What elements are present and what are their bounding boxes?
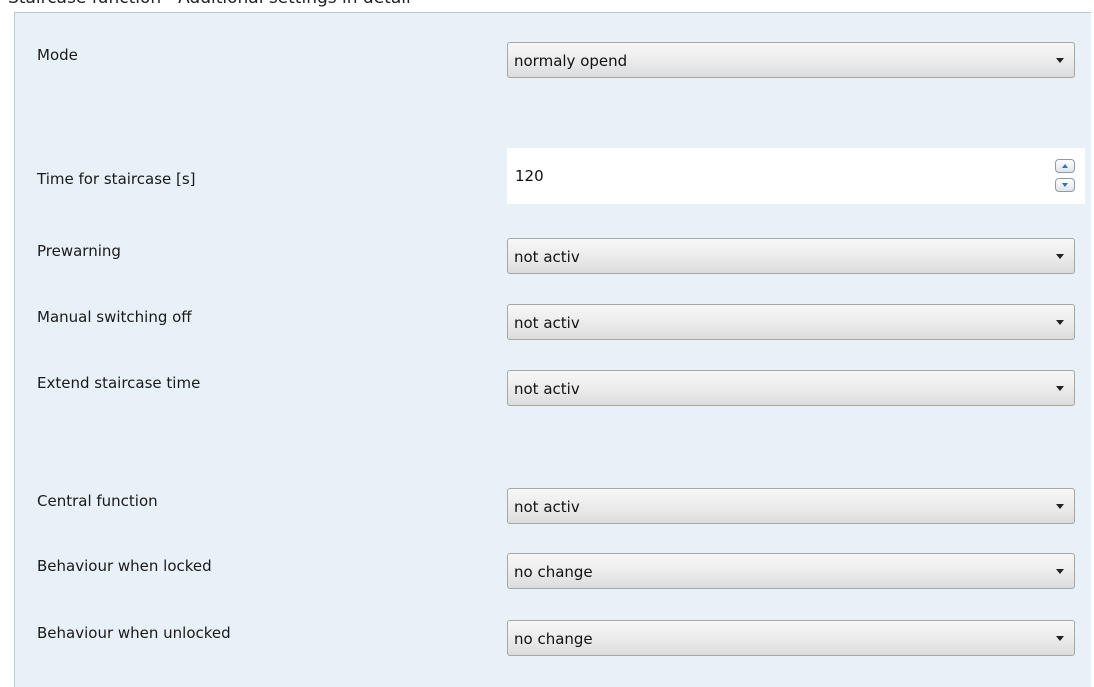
staircase-time-value: 120 — [515, 167, 544, 185]
central-function-value: not activ — [514, 498, 580, 516]
chevron-down-icon — [1056, 320, 1064, 325]
chevron-down-icon — [1056, 569, 1064, 574]
behaviour-locked-label: Behaviour when locked — [37, 557, 212, 575]
mode-value: normaly opend — [514, 52, 628, 70]
arrow-down-icon[interactable] — [1055, 178, 1075, 192]
behaviour-unlocked-value: no change — [514, 630, 593, 648]
staircase-time-spinbox[interactable]: 120 — [507, 148, 1085, 204]
central-function-label: Central function — [37, 492, 158, 510]
manual-switching-off-value: not activ — [514, 314, 580, 332]
behaviour-unlocked-dropdown[interactable]: no change — [507, 620, 1075, 656]
mode-dropdown[interactable]: normaly opend — [507, 42, 1075, 78]
prewarning-dropdown[interactable]: not activ — [507, 238, 1075, 274]
chevron-down-icon — [1056, 254, 1064, 259]
behaviour-unlocked-label: Behaviour when unlocked — [37, 624, 231, 642]
behaviour-locked-dropdown[interactable]: no change — [507, 553, 1075, 589]
page-caption: Staircase function - Additional settings… — [8, 0, 411, 8]
chevron-down-icon — [1056, 504, 1064, 509]
extend-staircase-time-value: not activ — [514, 380, 580, 398]
parameter-panel: Mode normaly opend Time for staircase [s… — [14, 12, 1091, 687]
manual-switching-off-label: Manual switching off — [37, 308, 192, 326]
chevron-down-icon — [1056, 636, 1064, 641]
prewarning-label: Prewarning — [37, 242, 121, 260]
behaviour-locked-value: no change — [514, 563, 593, 581]
extend-staircase-time-dropdown[interactable]: not activ — [507, 370, 1075, 406]
chevron-down-icon — [1056, 58, 1064, 63]
arrow-up-icon[interactable] — [1055, 159, 1075, 173]
extend-staircase-time-label: Extend staircase time — [37, 374, 201, 392]
chevron-down-icon — [1056, 386, 1064, 391]
manual-switching-off-dropdown[interactable]: not activ — [507, 304, 1075, 340]
mode-label: Mode — [37, 46, 78, 64]
central-function-dropdown[interactable]: not activ — [507, 488, 1075, 524]
staircase-time-label: Time for staircase [s] — [37, 170, 196, 188]
prewarning-value: not activ — [514, 248, 580, 266]
